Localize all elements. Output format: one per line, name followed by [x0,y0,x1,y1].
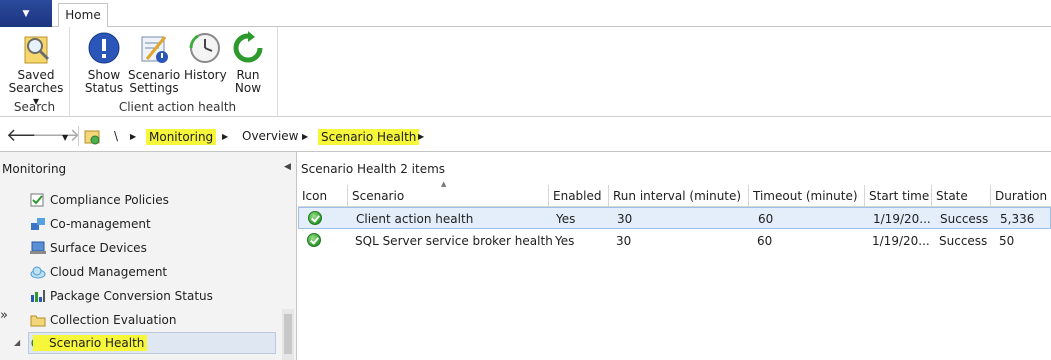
collapse-pane-icon[interactable]: ◀ [284,162,291,172]
history-label: History [184,68,227,82]
surface-icon [30,241,46,254]
cell-enabled: Yes [556,212,576,226]
cell-start-time: 1/19/20... [873,212,931,226]
tab-home[interactable]: Home [58,3,108,28]
results-title-text: Scenario Health [301,162,397,176]
expand-node-icon[interactable]: ◢ [14,338,20,347]
cell-duration: 5,336 [1000,212,1035,226]
settings-icon [141,36,168,63]
success-check-icon [307,233,321,247]
table-row[interactable]: SQL Server service broker health Yes 30 … [298,230,1051,252]
nav-item-label: Co-management [50,217,151,231]
nav-item-label: Surface Devices [50,241,147,255]
nav-item-label: Package Conversion Status [50,289,213,303]
column-header-scenario[interactable]: Scenario [348,185,549,207]
table-row[interactable]: Client action health Yes 30 60 1/19/20..… [298,207,1051,229]
column-header-enabled[interactable]: Enabled [549,185,609,207]
nav-item-package-conversion-status[interactable]: Package Conversion Status [30,286,213,306]
breadcrumb-separator-icon[interactable]: ▶ [130,132,136,141]
cell-duration: 50 [999,234,1015,248]
show-status-label: Show Status [84,68,124,95]
breadcrumb-monitoring[interactable]: Monitoring [146,129,217,145]
cell-timeout: 60 [757,234,773,248]
nav-item-label: Compliance Policies [50,193,169,207]
navigation-pane: Monitoring ◀ Compliance Policies Co-mana… [0,152,297,360]
results-title: Scenario Health 2 items [301,162,445,176]
breadcrumb-overview[interactable]: Overview [242,129,299,143]
scenario-settings-button[interactable]: Scenario Settings [128,31,180,95]
nav-item-label: Scenario Health [33,335,148,351]
expand-pane-icon[interactable]: » [0,308,8,323]
cell-run-interval: 30 [616,234,632,248]
column-header-run-interval[interactable]: Run interval (minute) [609,185,749,207]
cell-scenario: Client action health [356,212,474,226]
nav-item-label: Cloud Management [50,265,168,279]
nav-item-cloud-management[interactable]: Cloud Management [30,262,167,282]
address-bar: 🡐 🡒 ▼ \ ▶ Monitoring ▶ Overview ▶ Scenar… [0,122,1051,152]
column-header-timeout[interactable]: Timeout (minute) [749,185,865,207]
cloud-icon [30,266,46,279]
cell-run-interval: 30 [617,212,633,226]
run-now-button[interactable]: Run Now [230,31,266,95]
column-header-duration[interactable]: Duration ( [991,185,1051,207]
breadcrumb-separator-icon[interactable]: ▶ [418,132,424,141]
cell-state: Success [940,212,989,226]
clock-icon [189,33,220,63]
cell-start-time: 1/19/20... [872,234,930,248]
cell-timeout: 60 [758,212,774,226]
nav-item-surface-devices[interactable]: Surface Devices [30,238,147,258]
folder-icon [30,315,46,327]
nav-item-collection-evaluation[interactable]: Collection Evaluation [30,310,177,330]
refresh-icon [233,31,263,63]
navigation-pane-title: Monitoring [2,162,67,176]
ribbon-tab-bar: ▼ Home [0,0,1051,28]
info-icon [88,32,120,64]
results-count: 2 items [400,162,446,176]
chart-icon [31,290,45,302]
cell-scenario: SQL Server service broker health [355,234,553,248]
history-button[interactable]: History [184,31,227,82]
cell-enabled: Yes [555,234,575,248]
breadcrumb-separator-icon[interactable]: ▶ [222,132,228,141]
cell-state: Success [939,234,988,248]
breadcrumb-separator-icon[interactable]: ▶ [302,132,308,141]
show-status-button[interactable]: Show Status [84,31,124,95]
search-group-label: Search [13,100,56,114]
run-now-label: Run Now [234,68,262,95]
co-management-icon [31,218,45,230]
forward-arrow-icon[interactable]: 🡒 [32,127,80,145]
saved-searches-button[interactable]: Saved Searches ▾ [8,31,64,108]
saved-searches-icon [24,36,50,64]
results-pane: Scenario Health 2 items ▲ Icon Scenario … [298,152,1051,360]
scenario-settings-label: Scenario Settings [128,68,181,95]
column-header-icon[interactable]: Icon [298,185,348,207]
ribbon: Saved Searches ▾ Search Show Status Scen… [0,27,1051,117]
nav-scrollbar-thumb[interactable] [284,314,292,354]
history-dropdown-icon[interactable]: ▼ [62,133,68,142]
nav-item-scenario-health[interactable]: Scenario Health [28,332,276,354]
client-action-health-group: Show Status Scenario Settings History Ru… [78,27,278,117]
breadcrumb-root[interactable]: \ [114,129,118,143]
breadcrumb-scenario-health[interactable]: Scenario Health [318,129,420,145]
nav-item-compliance-policies[interactable]: Compliance Policies [30,190,169,210]
nav-item-co-management[interactable]: Co-management [30,214,151,234]
column-header-start-time[interactable]: Start time [865,185,932,207]
compliance-icon [30,193,44,207]
console-root-icon [84,130,100,145]
app-menu-button[interactable]: ▼ [0,0,52,27]
divider [78,126,79,146]
nav-item-label: Collection Evaluation [50,313,177,327]
column-header-state[interactable]: State [932,185,991,207]
search-group: Saved Searches ▾ Search [0,27,70,117]
nav-scrollbar[interactable] [282,309,294,360]
client-action-health-group-label: Client action health [118,100,237,114]
success-check-icon [308,211,322,225]
